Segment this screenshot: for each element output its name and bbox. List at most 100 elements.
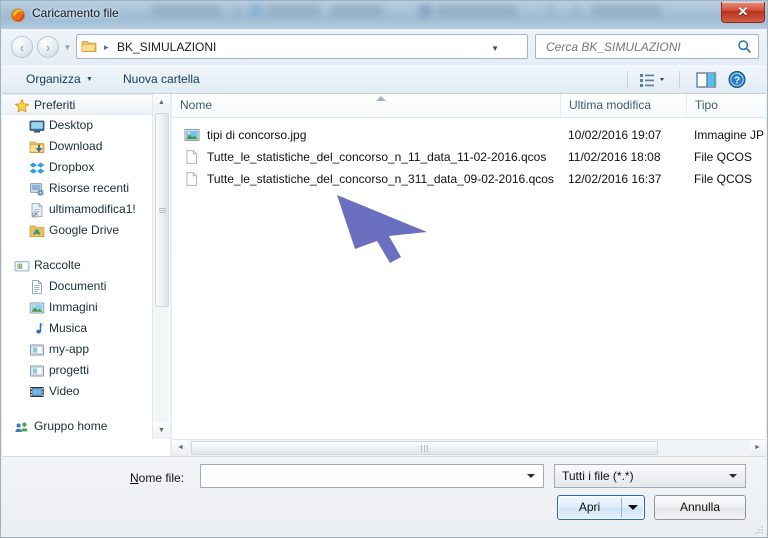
cancel-button[interactable]: Annulla <box>654 495 746 520</box>
file-list-pane: Nome Ultima modifica Tipo tipi di concor… <box>172 94 766 456</box>
ghost-tab-5 <box>591 5 661 16</box>
preview-pane-button[interactable] <box>686 69 726 90</box>
preview-pane-icon <box>696 72 716 88</box>
table-row[interactable]: tipi di concorso.jpg 10/02/2016 19:07 Im… <box>172 124 766 146</box>
sidebar-item-musica[interactable]: Musica <box>2 318 154 339</box>
help-button[interactable]: ? <box>724 69 750 90</box>
sidebar-item-label: Download <box>49 139 103 153</box>
search-input[interactable]: Cerca BK_SIMULAZIONI <box>535 34 759 59</box>
ghost-tab-3 <box>331 5 383 16</box>
ghost-tab-close-1 <box>233 6 242 15</box>
sidebar-item-google-drive[interactable]: Google Drive <box>2 220 154 241</box>
file-modified: 11/02/2016 18:08 <box>568 150 661 164</box>
ghost-icon-3 <box>573 5 580 16</box>
chevron-down-icon[interactable]: ▼ <box>86 76 93 83</box>
scrollbar-thumb[interactable] <box>191 441 658 455</box>
dropbox-icon <box>29 162 45 174</box>
file-type: File QCOS <box>694 172 753 186</box>
sidebar-item-immagini[interactable]: Immagini <box>2 297 154 318</box>
close-button[interactable]: ✕ <box>721 2 765 23</box>
ghost-tab-2 <box>267 5 321 16</box>
sidebar-item-progetti[interactable]: progetti <box>2 360 154 381</box>
sidebar-group-preferiti[interactable]: Preferiti <box>2 94 154 115</box>
svg-text:?: ? <box>734 76 740 87</box>
star-icon <box>14 98 30 113</box>
scroll-down-button[interactable]: ▼ <box>153 422 170 439</box>
sidebar-item-label: Google Drive <box>49 223 120 237</box>
sidebar-item-video[interactable]: Video <box>2 381 154 402</box>
back-button[interactable]: ‹ <box>11 36 33 58</box>
filename-input[interactable] <box>200 464 544 488</box>
chevron-down-icon <box>660 78 664 81</box>
sidebar-item-documenti[interactable]: Documenti <box>2 276 154 297</box>
toolbar-divider <box>627 71 628 88</box>
scroll-left-button[interactable]: ◄ <box>172 440 189 456</box>
sidebar-item-dropbox[interactable]: Dropbox <box>2 157 154 178</box>
ghost-tab-close-2 <box>546 6 555 15</box>
scrollbar-thumb[interactable] <box>155 113 169 307</box>
scroll-right-button[interactable]: ► <box>749 440 766 456</box>
documents-icon <box>32 280 42 294</box>
breadcrumb-path[interactable]: BK_SIMULAZIONI <box>117 39 216 55</box>
chevron-down-icon[interactable] <box>527 474 535 478</box>
sidebar-item-download[interactable]: Download <box>2 136 154 157</box>
chevron-down-icon[interactable]: ▼ <box>491 44 499 53</box>
sort-ascending-icon <box>376 96 386 101</box>
file-type: Immagine JP <box>694 128 765 142</box>
column-header-nome[interactable]: Nome <box>172 94 398 117</box>
organize-menu-button[interactable]: Organizza <box>20 70 87 89</box>
search-placeholder: Cerca BK_SIMULAZIONI <box>546 40 681 54</box>
folder-icon <box>81 41 97 53</box>
horizontal-scrollbar[interactable]: ◄ ► <box>172 439 766 456</box>
navigation-sidebar: Preferiti Desktop Download Dropbox Risor… <box>2 94 170 456</box>
sidebar-item-label: Dropbox <box>49 160 95 174</box>
file-type: File QCOS <box>694 150 753 164</box>
sidebar-item-risorse-recenti[interactable]: Risorse recenti <box>2 178 154 199</box>
libraries-icon <box>14 261 30 272</box>
homegroup-icon <box>15 422 28 432</box>
open-button[interactable]: Apri <box>557 495 645 520</box>
sidebar-item-label: progetti <box>49 363 90 377</box>
sidebar-item-ultimamodifica[interactable]: ultimamodifica1! <box>2 199 154 220</box>
music-icon <box>36 323 43 334</box>
column-headers: Nome Ultima modifica Tipo <box>172 94 766 118</box>
toolbar-divider <box>716 71 717 88</box>
desktop-icon <box>29 120 45 133</box>
shortcut-file-icon <box>31 203 43 218</box>
download-folder-icon <box>29 141 45 153</box>
search-icon[interactable] <box>737 39 752 54</box>
file-modified: 12/02/2016 16:37 <box>568 172 662 186</box>
file-name: Tutte_le_statistiche_del_concorso_n_11_d… <box>207 150 547 164</box>
filename-label: Nome file: <box>130 471 184 485</box>
resize-grip-icon[interactable] <box>754 525 764 535</box>
sidebar-scrollbar[interactable]: ▲ ▼ <box>152 94 170 439</box>
file-upload-dialog: Caricamento file ✕ ‹ › ▼ ▸ BK_SIMULAZION… <box>0 0 768 538</box>
table-row[interactable]: Tutte_le_statistiche_del_concorso_n_11_d… <box>172 146 766 168</box>
view-mode-button[interactable] <box>634 69 674 90</box>
grip-icon <box>159 207 166 214</box>
image-file-icon <box>184 129 200 141</box>
window-title: Caricamento file <box>32 6 119 20</box>
view-list-icon <box>640 74 664 87</box>
sidebar-group-gruppo-home[interactable]: Gruppo home <box>2 416 154 437</box>
sidebar-item-label: my-app <box>49 342 90 356</box>
address-bar[interactable]: ▸ BK_SIMULAZIONI ▼ <box>76 34 528 59</box>
google-drive-icon <box>29 225 45 237</box>
chevron-down-icon[interactable] <box>729 474 737 478</box>
library-folder-icon <box>30 365 44 377</box>
sidebar-item-my-app[interactable]: my-app <box>2 339 154 360</box>
table-row[interactable]: Tutte_le_statistiche_del_concorso_n_311_… <box>172 168 766 190</box>
history-dropdown-button[interactable]: ▼ <box>63 43 72 52</box>
sidebar-item-desktop[interactable]: Desktop <box>2 115 154 136</box>
column-header-tipo[interactable]: Tipo <box>686 94 766 117</box>
forward-button[interactable]: › <box>37 36 59 58</box>
sidebar-group-raccolte[interactable]: Raccolte <box>2 255 154 276</box>
file-type-filter-dropdown[interactable]: Tutti i file (*.*) <box>554 464 746 488</box>
file-name: tipi di concorso.jpg <box>207 128 307 142</box>
scroll-up-button[interactable]: ▲ <box>153 94 170 111</box>
chevron-down-icon[interactable] <box>628 505 638 510</box>
column-header-ultima-modifica[interactable]: Ultima modifica <box>560 94 686 117</box>
new-folder-button[interactable]: Nuova cartella <box>117 70 206 89</box>
